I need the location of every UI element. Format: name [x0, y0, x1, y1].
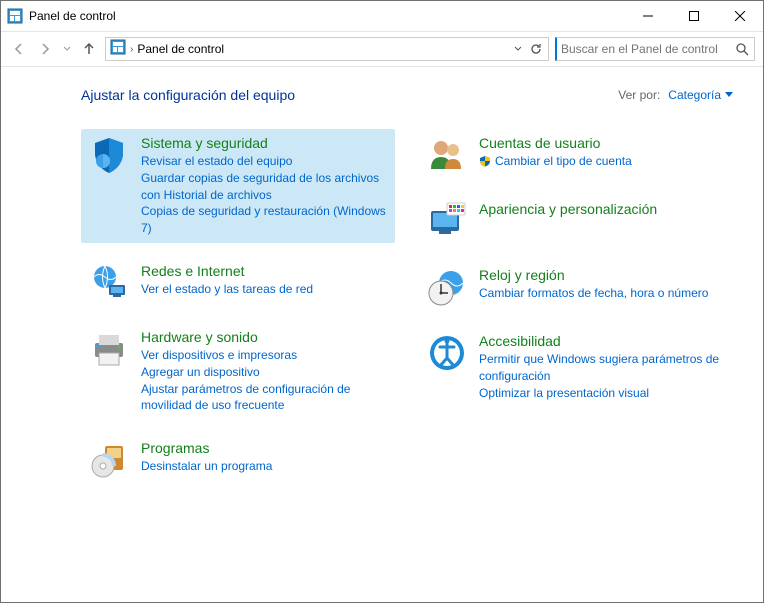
- titlebar: Panel de control: [1, 1, 763, 31]
- control-panel-icon: [7, 8, 23, 24]
- category-link[interactable]: Revisar el estado del equipo: [141, 153, 387, 170]
- content-area: Ajustar la configuración del equipo Ver …: [1, 67, 763, 602]
- control-panel-icon: [110, 39, 126, 60]
- category-link[interactable]: Optimizar la presentación visual: [479, 385, 725, 402]
- category-link[interactable]: Ajustar parámetros de configuración de m…: [141, 381, 387, 415]
- category-system-security[interactable]: Sistema y seguridad Revisar el estado de…: [81, 129, 395, 243]
- category-title[interactable]: Redes e Internet: [141, 263, 387, 279]
- category-link[interactable]: Desinstalar un programa: [141, 458, 387, 475]
- uac-shield-icon: [479, 155, 491, 167]
- minimize-button[interactable]: [625, 1, 671, 31]
- view-by-label: Ver por:: [618, 88, 660, 102]
- navbar: › Panel de control: [1, 31, 763, 67]
- category-link[interactable]: Guardar copias de seguridad de los archi…: [141, 170, 387, 204]
- shield-icon: [89, 135, 129, 175]
- category-user-accounts[interactable]: Cuentas de usuario Cambiar el tipo de cu…: [419, 129, 733, 181]
- chevron-down-icon: [725, 92, 733, 98]
- category-link[interactable]: Cambiar el tipo de cuenta: [479, 153, 725, 170]
- category-title[interactable]: Programas: [141, 440, 387, 456]
- category-link[interactable]: Ver dispositivos e impresoras: [141, 347, 387, 364]
- disc-box-icon: [89, 440, 129, 480]
- breadcrumb-separator[interactable]: ›: [130, 44, 133, 55]
- maximize-button[interactable]: [671, 1, 717, 31]
- category-columns: Sistema y seguridad Revisar el estado de…: [81, 129, 733, 486]
- view-by-value: Categoría: [668, 88, 721, 102]
- refresh-button[interactable]: [528, 41, 544, 57]
- page-heading: Ajustar la configuración del equipo: [81, 87, 618, 103]
- column-right: Cuentas de usuario Cambiar el tipo de cu…: [419, 129, 733, 486]
- category-title[interactable]: Hardware y sonido: [141, 329, 387, 345]
- close-button[interactable]: [717, 1, 763, 31]
- forward-button[interactable]: [35, 39, 55, 59]
- category-title[interactable]: Cuentas de usuario: [479, 135, 725, 151]
- category-link[interactable]: Agregar un dispositivo: [141, 364, 387, 381]
- category-link[interactable]: Copias de seguridad y restauración (Wind…: [141, 203, 387, 237]
- category-link[interactable]: Permitir que Windows sugiera parámetros …: [479, 351, 725, 385]
- user-accounts-icon: [427, 135, 467, 175]
- window: Panel de control › Panel de control: [0, 0, 764, 603]
- category-link[interactable]: Cambiar formatos de fecha, hora o número: [479, 285, 725, 302]
- accessibility-icon: [427, 333, 467, 373]
- category-network-internet[interactable]: Redes e Internet Ver el estado y las tar…: [81, 257, 395, 309]
- address-dropdown-button[interactable]: [510, 41, 526, 57]
- window-controls: [625, 1, 763, 31]
- clock-globe-icon: [427, 267, 467, 307]
- search-input[interactable]: [561, 42, 730, 56]
- up-button[interactable]: [79, 39, 99, 59]
- category-link[interactable]: Ver el estado y las tareas de red: [141, 281, 387, 298]
- column-left: Sistema y seguridad Revisar el estado de…: [81, 129, 395, 486]
- monitor-colors-icon: [427, 201, 467, 241]
- category-appearance[interactable]: Apariencia y personalización: [419, 195, 733, 247]
- header-row: Ajustar la configuración del equipo Ver …: [81, 87, 733, 103]
- category-title[interactable]: Apariencia y personalización: [479, 201, 725, 217]
- category-clock-region[interactable]: Reloj y región Cambiar formatos de fecha…: [419, 261, 733, 313]
- window-title: Panel de control: [29, 9, 625, 23]
- category-title[interactable]: Accesibilidad: [479, 333, 725, 349]
- search-box[interactable]: [555, 37, 755, 61]
- breadcrumb[interactable]: Panel de control: [137, 42, 224, 56]
- category-title[interactable]: Reloj y región: [479, 267, 725, 283]
- printer-icon: [89, 329, 129, 369]
- search-icon[interactable]: [734, 41, 750, 57]
- category-accessibility[interactable]: Accesibilidad Permitir que Windows sugie…: [419, 327, 733, 407]
- category-hardware-sound[interactable]: Hardware y sonido Ver dispositivos e imp…: [81, 323, 395, 420]
- view-by-dropdown[interactable]: Categoría: [668, 88, 733, 102]
- category-title[interactable]: Sistema y seguridad: [141, 135, 387, 151]
- back-button[interactable]: [9, 39, 29, 59]
- globe-network-icon: [89, 263, 129, 303]
- recent-locations-button[interactable]: [61, 39, 73, 59]
- address-bar[interactable]: › Panel de control: [105, 37, 549, 61]
- category-programs[interactable]: Programas Desinstalar un programa: [81, 434, 395, 486]
